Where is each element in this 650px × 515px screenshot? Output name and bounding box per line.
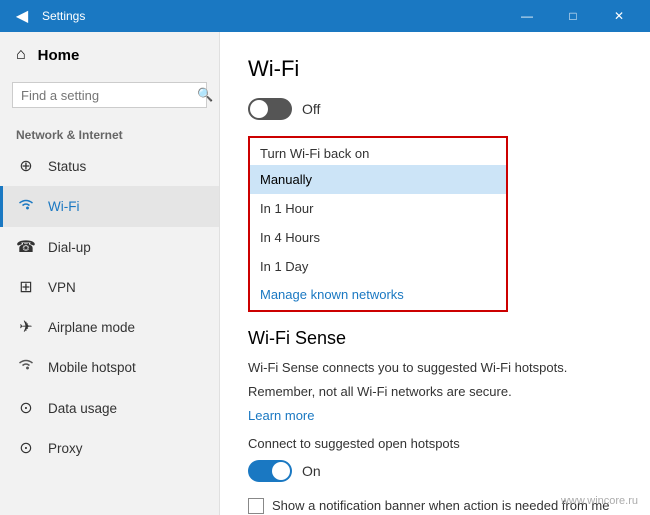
sidebar-item-airplane[interactable]: ✈ Airplane mode	[0, 307, 219, 347]
dropdown-option-manually[interactable]: Manually	[250, 165, 506, 194]
sidebar-item-wifi-label: Wi-Fi	[48, 199, 79, 214]
connect-toggle-knob	[272, 462, 290, 480]
vpn-icon: ⊞	[16, 277, 36, 297]
wifi-toggle-row: Off	[248, 98, 622, 120]
wifisense-desc2: Remember, not all Wi-Fi networks are sec…	[248, 383, 622, 401]
wifi-back-dropdown: Turn Wi-Fi back on Manually In 1 Hour In…	[248, 136, 508, 312]
search-icon: 🔍	[197, 87, 213, 103]
page-title: Wi-Fi	[248, 56, 622, 82]
connect-toggle-label: On	[302, 463, 321, 479]
sidebar-item-wifi[interactable]: Wi-Fi	[0, 186, 219, 227]
sidebar-item-datausage-label: Data usage	[48, 401, 117, 416]
sidebar-item-vpn[interactable]: ⊞ VPN	[0, 267, 219, 307]
wifisense-title: Wi-Fi Sense	[248, 328, 622, 349]
notification-checkbox[interactable]	[248, 498, 264, 514]
close-button[interactable]: ✕	[596, 0, 642, 32]
search-box[interactable]: 🔍	[12, 82, 207, 108]
notification-checkbox-row: Show a notification banner when action i…	[248, 498, 622, 514]
sidebar-item-airplane-label: Airplane mode	[48, 320, 135, 335]
home-icon: ⌂	[16, 46, 26, 64]
sidebar-item-dialup-label: Dial-up	[48, 240, 91, 255]
window-title: Settings	[42, 9, 504, 23]
sidebar-item-hotspot[interactable]: Mobile hotspot	[0, 347, 219, 388]
sidebar-home-label: Home	[38, 47, 80, 64]
sidebar-item-proxy-label: Proxy	[48, 441, 83, 456]
dropdown-option-1hour[interactable]: In 1 Hour	[250, 194, 506, 223]
minimize-button[interactable]: —	[504, 0, 550, 32]
sidebar-item-datausage[interactable]: ⊙ Data usage	[0, 388, 219, 428]
sidebar-item-vpn-label: VPN	[48, 280, 76, 295]
dialup-icon: ☎	[16, 237, 36, 257]
manage-known-networks-link[interactable]: Manage known networks	[260, 287, 404, 302]
wifi-icon	[16, 196, 36, 217]
title-bar: ◀ Settings — □ ✕	[0, 0, 650, 32]
wifi-toggle[interactable]	[248, 98, 292, 120]
toggle-knob	[250, 100, 268, 118]
dropdown-option-4hours[interactable]: In 4 Hours	[250, 223, 506, 252]
content-area: Wi-Fi Off Turn Wi-Fi back on Manually In…	[220, 32, 650, 515]
window-controls: — □ ✕	[504, 0, 642, 32]
sidebar-item-dialup[interactable]: ☎ Dial-up	[0, 227, 219, 267]
dropdown-option-1day[interactable]: In 1 Day	[250, 252, 506, 281]
notification-checkbox-label: Show a notification banner when action i…	[272, 498, 609, 513]
wifi-back-label: Turn Wi-Fi back on	[250, 138, 506, 165]
sidebar-item-proxy[interactable]: ⊙ Proxy	[0, 428, 219, 468]
sidebar-item-status[interactable]: ⊕ Status	[0, 146, 219, 186]
connect-toggle-row: On	[248, 460, 622, 482]
back-button[interactable]: ◀	[8, 2, 36, 30]
sidebar-item-hotspot-label: Mobile hotspot	[48, 360, 136, 375]
learn-more-link[interactable]: Learn more	[248, 408, 314, 423]
sidebar-item-status-label: Status	[48, 159, 86, 174]
proxy-icon: ⊙	[16, 438, 36, 458]
sidebar-home[interactable]: ⌂ Home	[0, 32, 219, 78]
sidebar-section-label: Network & Internet	[0, 120, 219, 146]
hotspot-icon	[16, 357, 36, 378]
datausage-icon: ⊙	[16, 398, 36, 418]
connect-label: Connect to suggested open hotspots	[248, 435, 622, 453]
maximize-button[interactable]: □	[550, 0, 596, 32]
app-body: ⌂ Home 🔍 Network & Internet ⊕ Status Wi-…	[0, 32, 650, 515]
sidebar: ⌂ Home 🔍 Network & Internet ⊕ Status Wi-…	[0, 32, 220, 515]
status-icon: ⊕	[16, 156, 36, 176]
wifisense-desc1: Wi-Fi Sense connects you to suggested Wi…	[248, 359, 622, 377]
search-input[interactable]	[21, 88, 197, 103]
connect-toggle[interactable]	[248, 460, 292, 482]
wifi-toggle-label: Off	[302, 101, 320, 117]
airplane-icon: ✈	[16, 317, 36, 337]
